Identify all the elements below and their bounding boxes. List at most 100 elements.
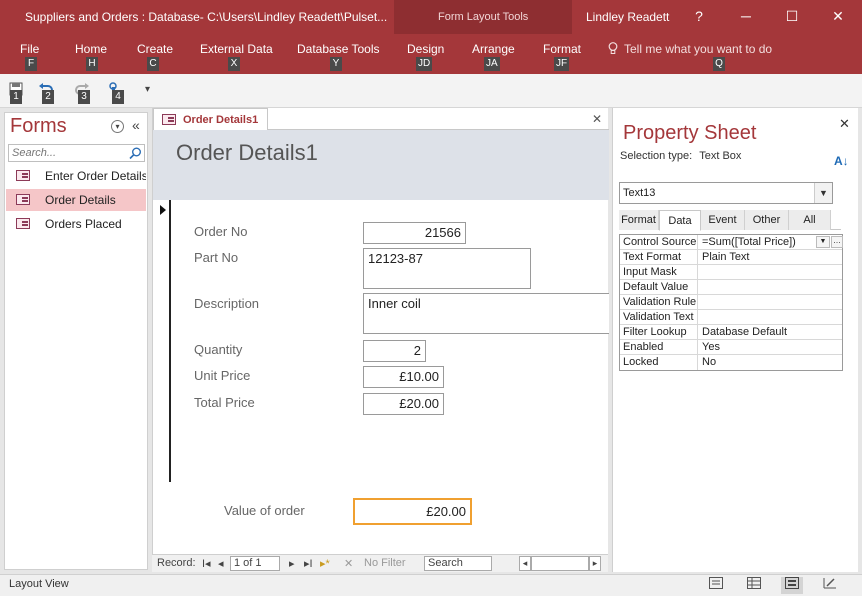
total-price-label: Total Price [194,395,255,410]
keytip-home: H [86,57,98,71]
property-sheet-title: Property Sheet [623,122,757,144]
horizontal-scrollbar[interactable] [531,556,589,571]
property-value[interactable] [700,295,842,310]
object-selector[interactable]: Text13 ▼ [619,182,833,204]
nav-item-enter-order-details[interactable]: Enter Order Details [6,165,146,187]
help-button[interactable]: ? [679,4,719,28]
no-filter-button[interactable]: No Filter [364,557,406,569]
keytip-external-data: X [228,57,240,71]
close-document-button[interactable]: ✕ [592,112,602,126]
tab-all[interactable]: All [789,210,831,230]
close-property-sheet-button[interactable]: ✕ [839,116,850,132]
customize-qat-button[interactable]: ▾ [145,84,150,95]
tab-format[interactable]: Format [619,210,659,230]
keytip-save: 1 [10,90,22,104]
close-window-button[interactable]: ✕ [818,4,858,28]
minimize-button[interactable]: ─ [726,4,766,28]
property-row-validation-text[interactable]: Validation Text [620,310,842,325]
record-navigation-bar: Record: I◂ ◂ 1 of 1 ▸ ▸I ▸* ✕ No Filter … [152,554,608,572]
property-name: Input Mask [620,265,698,280]
selection-type-value: Text Box [699,150,742,162]
tab-other[interactable]: Other [745,210,789,230]
status-bar: Layout View [0,574,862,596]
sort-az-icon[interactable]: A↓ [834,154,849,168]
keytip-database-tools: Y [330,57,342,71]
form-icon [162,114,176,125]
property-row-input-mask[interactable]: Input Mask [620,265,842,280]
tab-format[interactable]: Format [543,42,581,56]
new-record-button[interactable]: ▸* [320,557,330,570]
property-value[interactable] [700,265,842,280]
nav-item-order-details[interactable]: Order Details [6,189,146,211]
keytip-redo: 3 [78,90,90,104]
tab-data[interactable]: Data [659,210,701,231]
value-of-order-field[interactable]: £20.00 [353,498,472,525]
search-icon[interactable] [129,147,142,160]
builder-button[interactable]: … [831,236,843,248]
nav-item-label: Enter Order Details [45,169,146,183]
collapse-pane-icon[interactable]: « [132,117,140,133]
unit-price-field[interactable]: £10.00 [363,366,444,388]
quantity-field[interactable]: 2 [363,340,426,362]
nav-menu-dropdown-icon[interactable]: ▾ [111,120,124,133]
previous-record-button[interactable]: ◂ [218,557,224,570]
tab-arrange[interactable]: Arrange [472,42,515,56]
design-view-button[interactable] [819,577,841,594]
nav-title[interactable]: Forms [10,115,67,138]
property-row-filter-lookup[interactable]: Filter Lookup Database Default [620,325,842,340]
part-no-field[interactable]: 12123-87 [363,248,531,289]
property-row-enabled[interactable]: Enabled Yes [620,340,842,355]
maximize-button[interactable]: ☐ [772,4,812,28]
property-row-text-format[interactable]: Text Format Plain Text [620,250,842,265]
tab-create[interactable]: Create [137,42,173,56]
tell-me-box[interactable]: Tell me what you want to do [608,42,772,56]
tab-external-data[interactable]: External Data [200,42,273,56]
value-of-order-label: Value of order [224,503,305,518]
property-value[interactable]: Yes [700,340,842,355]
current-record-icon [160,205,166,215]
datasheet-view-button[interactable] [743,577,765,594]
nav-item-orders-placed[interactable]: Orders Placed [6,213,146,235]
property-name: Default Value [620,280,698,295]
property-row-validation-rule[interactable]: Validation Rule [620,295,842,310]
next-record-button[interactable]: ▸ [289,557,295,570]
tab-design[interactable]: Design [407,42,444,56]
scroll-right-button[interactable]: ▸ [589,556,601,571]
record-selector[interactable] [153,200,171,482]
record-search-input[interactable]: Search [424,556,492,571]
current-record-input[interactable]: 1 of 1 [230,556,280,571]
property-value[interactable] [700,280,842,295]
keytip-tell-me: Q [713,57,725,71]
tab-file[interactable]: File [20,42,39,56]
property-row-default-value[interactable]: Default Value [620,280,842,295]
document-tab[interactable]: Order Details1 [153,108,268,130]
keytip-create: C [147,57,159,71]
total-price-field[interactable]: £20.00 [363,393,444,415]
form-view-button[interactable] [705,577,727,594]
tab-home[interactable]: Home [75,42,107,56]
lightbulb-icon [608,42,618,54]
chevron-down-icon[interactable]: ▼ [816,236,830,248]
property-row-control-source[interactable]: Control Source =Sum([Total Price]) ▼ … [620,235,843,250]
last-record-button[interactable]: ▸I [304,557,313,570]
scroll-left-button[interactable]: ◂ [519,556,531,571]
chevron-down-icon[interactable]: ▼ [814,183,832,203]
property-value[interactable]: No [700,355,842,370]
form-title: Order Details1 [176,140,318,165]
user-name[interactable]: Lindley Readett [586,10,669,24]
nav-item-label: Order Details [45,193,116,207]
tab-event[interactable]: Event [701,210,745,230]
property-value[interactable]: Database Default [700,325,842,340]
context-tools-label: Form Layout Tools [438,11,529,23]
first-record-button[interactable]: I◂ [202,557,211,570]
order-no-field[interactable]: 21566 [363,222,466,244]
property-value[interactable]: Plain Text [700,250,842,265]
property-name: Filter Lookup [620,325,698,340]
property-row-locked[interactable]: Locked No [620,355,842,370]
tab-database-tools[interactable]: Database Tools [297,42,380,56]
property-value[interactable] [700,310,842,325]
layout-view-button[interactable] [781,577,803,594]
nav-search-input[interactable] [9,145,127,161]
navigation-pane: Forms ▾ « Enter Order Details Order Deta… [4,112,148,570]
description-field[interactable]: Inner coil [363,293,609,334]
